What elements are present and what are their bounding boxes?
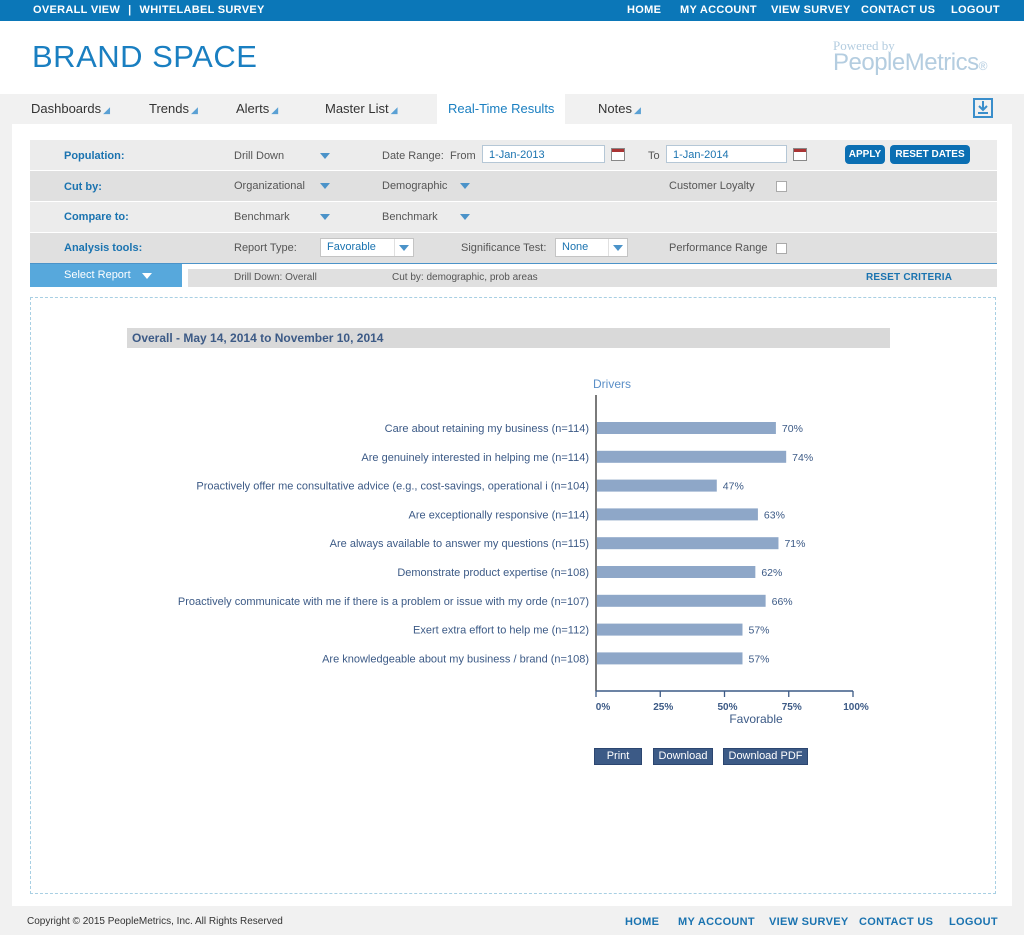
bar-value-label: 66% xyxy=(772,596,793,608)
bar-value-label: 71% xyxy=(784,538,805,550)
footer-nav-contact-us[interactable]: CONTACT US xyxy=(859,916,933,928)
bar xyxy=(597,508,758,521)
bar xyxy=(597,623,743,636)
bar-value-label: 57% xyxy=(748,625,769,637)
category-label: Are exceptionally responsive (n=114) xyxy=(409,509,589,521)
chart-title: Drivers xyxy=(593,377,631,391)
footer-nav-my-account[interactable]: MY ACCOUNT xyxy=(678,916,755,928)
download-button[interactable]: Download xyxy=(653,748,713,765)
bar xyxy=(597,479,717,492)
drivers-chart: Drivers0% 25% 50% 75% 100%FavorableCare abou… xyxy=(178,377,869,726)
category-label: Proactively offer me consultative advice… xyxy=(196,481,589,493)
category-label: Care about retaining my business (n=114) xyxy=(385,423,589,435)
category-label: Are knowledgeable about my business / br… xyxy=(322,653,589,665)
bar-value-label: 47% xyxy=(723,481,744,493)
x-tick-label: 0% xyxy=(596,702,611,713)
footer-nav-home[interactable]: HOME xyxy=(625,916,659,928)
x-tick-label: 75% xyxy=(782,702,802,713)
footer-nav-view-survey[interactable]: VIEW SURVEY xyxy=(769,916,849,928)
download-pdf-button[interactable]: Download PDF xyxy=(723,748,808,765)
bar xyxy=(597,450,787,463)
copyright: Copyright © 2015 PeopleMetrics, Inc. All… xyxy=(27,916,283,927)
category-label: Exert extra effort to help me (n=112) xyxy=(413,625,589,637)
category-label: Are genuinely interested in helping me (… xyxy=(361,452,589,464)
category-label: Proactively communicate with me if there… xyxy=(178,596,589,608)
bar-value-label: 63% xyxy=(764,509,785,521)
bar-value-label: 62% xyxy=(761,567,782,579)
bar xyxy=(597,422,776,434)
category-label: Demonstrate product expertise (n=108) xyxy=(397,567,589,579)
bar xyxy=(597,537,779,550)
x-tick-label: 25% xyxy=(653,702,673,713)
bar-value-label: 74% xyxy=(792,452,813,464)
x-axis-label: Favorable xyxy=(729,712,783,726)
footer: Copyright © 2015 PeopleMetrics, Inc. All… xyxy=(0,906,1024,935)
bar-value-label: 57% xyxy=(748,653,769,665)
bar xyxy=(597,566,756,578)
x-tick-label: 100% xyxy=(843,702,869,713)
print-button[interactable]: Print xyxy=(594,748,642,765)
bar xyxy=(597,594,766,607)
footer-nav-logout[interactable]: LOGOUT xyxy=(949,916,998,928)
category-label: Are always available to answer my questi… xyxy=(330,538,589,550)
bar xyxy=(597,652,743,665)
bar-value-label: 70% xyxy=(782,423,803,435)
